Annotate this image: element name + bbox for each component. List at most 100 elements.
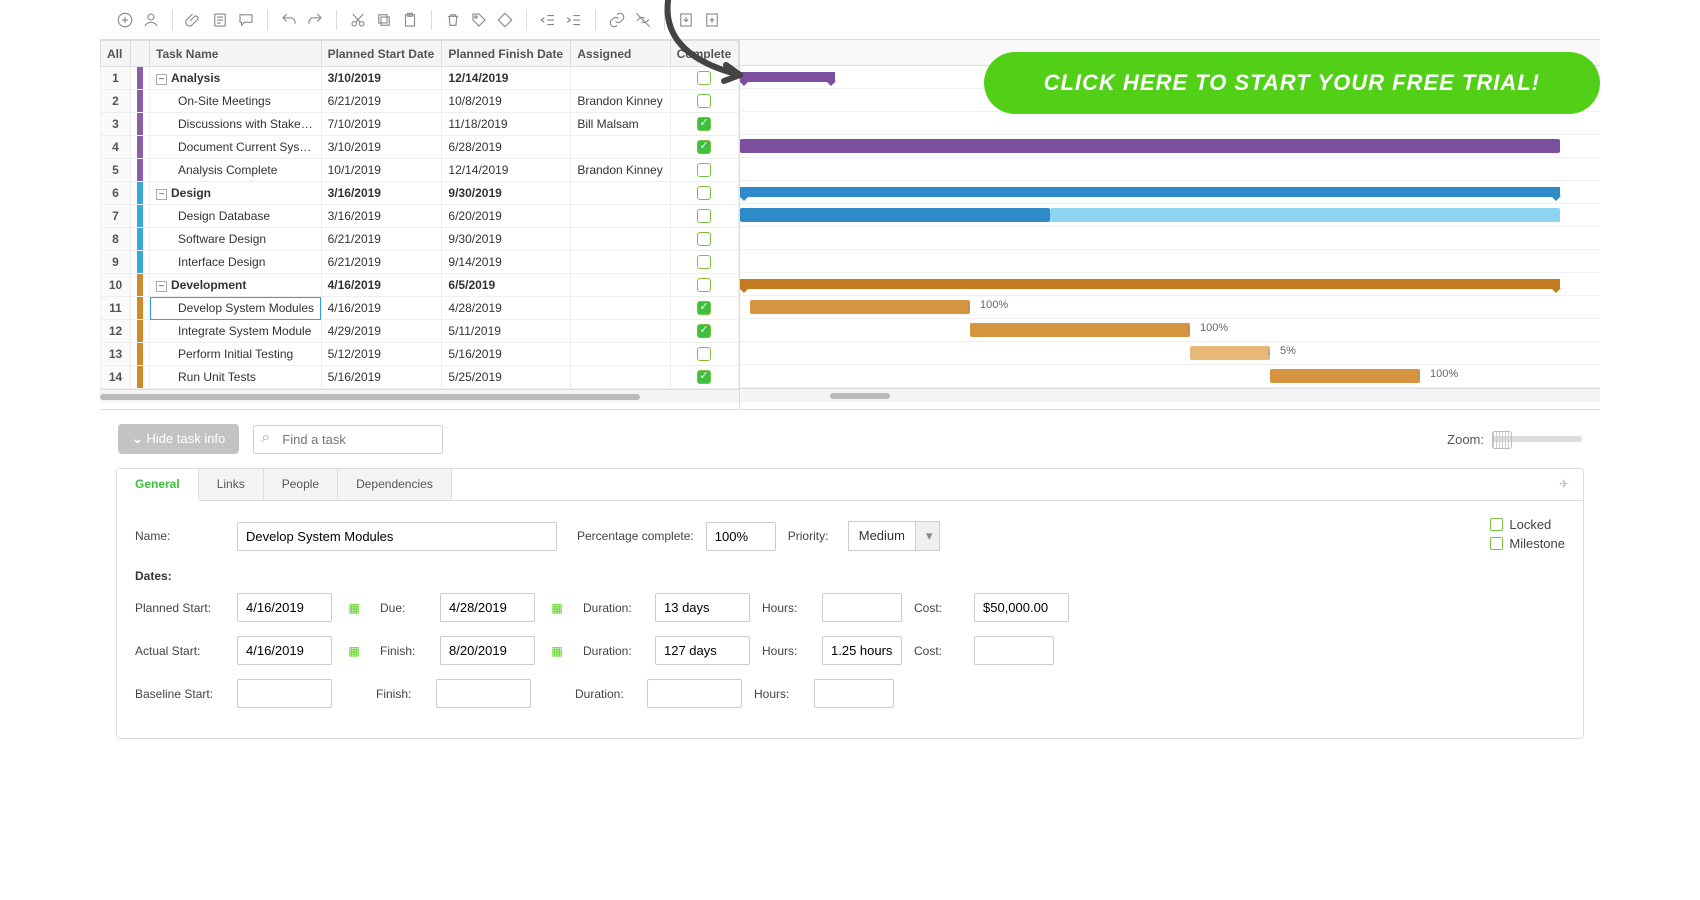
input-hours-2[interactable] (822, 636, 902, 665)
label-duration: Duration: (583, 644, 643, 658)
table-row[interactable]: 10−Development4/16/20196/5/2019 (101, 274, 739, 297)
input-name[interactable] (237, 522, 557, 551)
grid-scrollbar[interactable] (100, 389, 739, 403)
table-row[interactable]: 5Analysis Complete10/1/201912/14/2019Bra… (101, 159, 739, 182)
link-icon[interactable] (606, 9, 628, 31)
check-locked[interactable]: Locked (1490, 517, 1565, 532)
check-milestone[interactable]: Milestone (1490, 536, 1565, 551)
zoom-slider[interactable] (1492, 436, 1582, 442)
input-finish-2[interactable] (436, 679, 531, 708)
table-row[interactable]: 14Run Unit Tests5/16/20195/25/2019 (101, 366, 739, 389)
col-name[interactable]: Task Name (150, 41, 322, 67)
input-hours-3[interactable] (814, 679, 894, 708)
gantt-row: 5%↓ (740, 342, 1600, 365)
copy-icon[interactable] (373, 9, 395, 31)
col-finish[interactable]: Planned Finish Date (442, 41, 571, 67)
hide-task-info-button[interactable]: Hide task info (118, 424, 239, 454)
input-planned-start[interactable] (237, 593, 332, 622)
gantt-row (740, 273, 1600, 296)
input-cost-1[interactable] (974, 593, 1069, 622)
table-row[interactable]: 11Develop System Modules4/16/20194/28/20… (101, 297, 739, 320)
table-row[interactable]: 8Software Design6/21/20199/30/2019 (101, 228, 739, 251)
indent-icon[interactable] (563, 9, 585, 31)
task-search-wrap (253, 425, 443, 454)
table-row[interactable]: 13Perform Initial Testing5/12/20195/16/2… (101, 343, 739, 366)
input-due[interactable] (440, 593, 535, 622)
user-icon[interactable] (140, 9, 162, 31)
input-pct[interactable] (706, 522, 776, 551)
input-hours-1[interactable] (822, 593, 902, 622)
table-row[interactable]: 9Interface Design6/21/20199/14/2019 (101, 251, 739, 274)
label-cost: Cost: (914, 601, 962, 615)
input-duration-1[interactable] (655, 593, 750, 622)
input-duration-2[interactable] (655, 636, 750, 665)
task-search-input[interactable] (253, 425, 443, 454)
gantt-bar[interactable] (1050, 208, 1560, 222)
table-row[interactable]: 4Document Current System3/10/20196/28/20… (101, 136, 739, 159)
paste-icon[interactable] (399, 9, 421, 31)
gantt-bar[interactable] (1190, 346, 1270, 360)
gantt-bar[interactable] (750, 300, 970, 314)
send-icon[interactable]: ✈ (1545, 469, 1583, 500)
col-index[interactable]: All (101, 41, 131, 67)
gantt-bar[interactable] (1270, 369, 1420, 383)
input-baseline-start[interactable] (237, 679, 332, 708)
gantt-row: 100%↓ (740, 319, 1600, 342)
gantt-row (740, 158, 1600, 181)
calendar-icon[interactable]: ▦ (344, 598, 364, 618)
tab-dependencies[interactable]: Dependencies (338, 469, 452, 500)
tab-links[interactable]: Links (199, 469, 264, 500)
detail-tabs: General Links People Dependencies ✈ (117, 469, 1583, 501)
dependency-arrow-icon: ↓ (966, 298, 972, 312)
table-row[interactable]: 7Design Database3/16/20196/20/2019 (101, 205, 739, 228)
input-actual-start[interactable] (237, 636, 332, 665)
gantt-row: 100% ↓ (740, 296, 1600, 319)
label-actual-start: Actual Start: (135, 644, 225, 658)
label-cost: Cost: (914, 644, 962, 658)
gantt-row (740, 204, 1600, 227)
input-cost-2[interactable] (974, 636, 1054, 665)
note-icon[interactable] (209, 9, 231, 31)
input-duration-3[interactable] (647, 679, 742, 708)
redo-icon[interactable] (304, 9, 326, 31)
tag-icon[interactable] (468, 9, 490, 31)
label-planned-start: Planned Start: (135, 601, 225, 615)
gantt-scrollbar[interactable] (740, 388, 1600, 402)
label-finish: Finish: (380, 644, 428, 658)
undo-icon[interactable] (278, 9, 300, 31)
input-priority[interactable]: Medium▾ (848, 521, 940, 551)
cut-icon[interactable] (347, 9, 369, 31)
gantt-row (740, 227, 1600, 250)
label-pct: Percentage complete: (577, 529, 694, 543)
outdent-icon[interactable] (537, 9, 559, 31)
label-duration: Duration: (575, 687, 635, 701)
gantt-bar[interactable] (740, 187, 1560, 197)
calendar-icon[interactable]: ▦ (547, 598, 567, 618)
cta-banner[interactable]: CLICK HERE TO START YOUR FREE TRIAL! (984, 52, 1600, 114)
task-detail-panel: General Links People Dependencies ✈ Name… (116, 468, 1584, 739)
table-row[interactable]: 6−Design3/16/20199/30/2019 (101, 182, 739, 205)
gantt-bar[interactable] (740, 208, 1050, 222)
diamond-icon[interactable] (494, 9, 516, 31)
col-start[interactable]: Planned Start Date (321, 41, 442, 67)
tab-general[interactable]: General (117, 469, 199, 501)
add-icon[interactable] (114, 9, 136, 31)
gantt-bar-label: 100% (1200, 322, 1228, 334)
delete-icon[interactable] (442, 9, 464, 31)
table-row[interactable]: 3Discussions with Stakehol7/10/201911/18… (101, 113, 739, 136)
comment-icon[interactable] (235, 9, 257, 31)
gantt-bar[interactable] (740, 279, 1560, 289)
gantt-bar[interactable] (970, 323, 1190, 337)
attachment-icon[interactable] (183, 9, 205, 31)
dates-header: Dates: (135, 569, 1565, 583)
label-name: Name: (135, 529, 225, 543)
label-duration: Duration: (583, 601, 643, 615)
label-hours: Hours: (762, 601, 810, 615)
gantt-bar-label: 100% (980, 299, 1008, 311)
calendar-icon[interactable]: ▦ (547, 641, 567, 661)
calendar-icon[interactable]: ▦ (344, 641, 364, 661)
tab-people[interactable]: People (264, 469, 338, 500)
table-row[interactable]: 12Integrate System Module4/29/20195/11/2… (101, 320, 739, 343)
gantt-bar[interactable] (740, 139, 1560, 153)
input-finish[interactable] (440, 636, 535, 665)
